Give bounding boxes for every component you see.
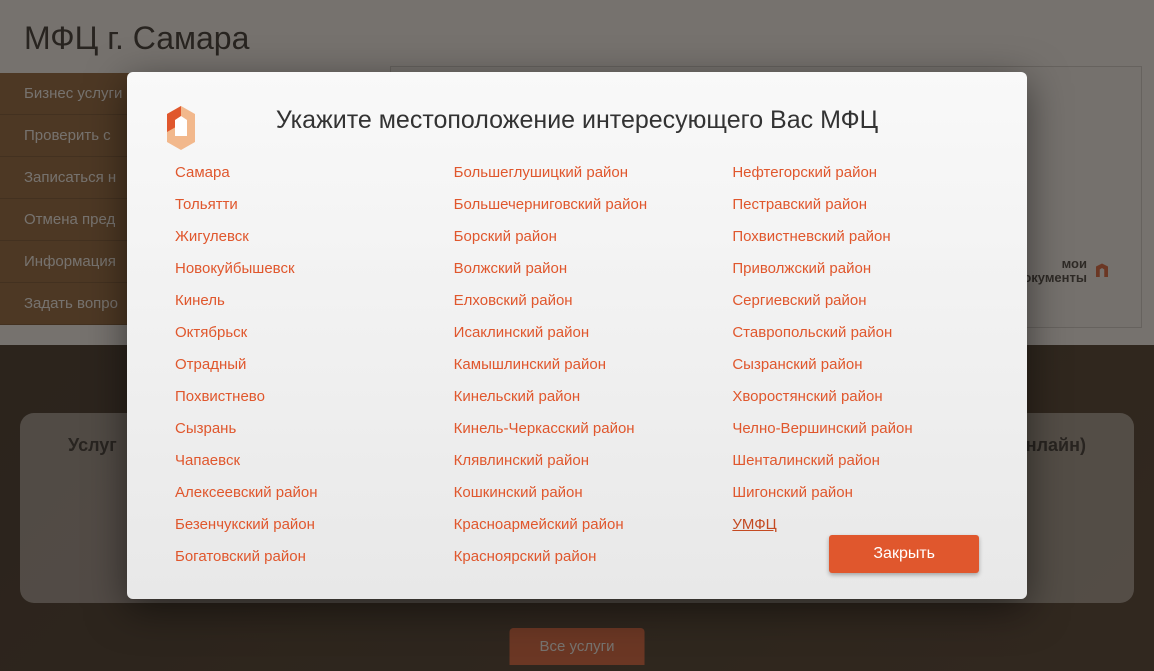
location-link[interactable]: Пестравский район <box>732 193 979 217</box>
location-link[interactable]: Красноармейский район <box>454 513 701 537</box>
location-link[interactable]: Похвистневский район <box>732 225 979 249</box>
location-link[interactable]: Волжский район <box>454 257 701 281</box>
location-link[interactable]: Сергиевский район <box>732 289 979 313</box>
location-link[interactable]: Безенчукский район <box>175 513 422 537</box>
location-link[interactable]: Ставропольский район <box>732 321 979 345</box>
location-col-1: Самара Тольятти Жигулевск Новокуйбышевск… <box>175 161 422 569</box>
modal-overlay[interactable]: Укажите местоположение интересующего Вас… <box>0 0 1154 671</box>
location-link[interactable]: Тольятти <box>175 193 422 217</box>
location-modal: Укажите местоположение интересующего Вас… <box>127 72 1027 599</box>
location-link[interactable]: Кинель-Черкасский район <box>454 417 701 441</box>
location-link[interactable]: Кошкинский район <box>454 481 701 505</box>
location-link[interactable]: Жигулевск <box>175 225 422 249</box>
mfc-logo-icon <box>161 102 201 150</box>
location-link[interactable]: Самара <box>175 161 422 185</box>
location-link[interactable]: Нефтегорский район <box>732 161 979 185</box>
location-link[interactable]: Чапаевск <box>175 449 422 473</box>
modal-title: Укажите местоположение интересующего Вас… <box>175 106 979 135</box>
location-link[interactable]: Хворостянский район <box>732 385 979 409</box>
location-link[interactable]: Шенталинский район <box>732 449 979 473</box>
location-link[interactable]: Кинельский район <box>454 385 701 409</box>
location-link[interactable]: Богатовский район <box>175 545 422 569</box>
location-col-2: Большеглушицкий район Большечерниговский… <box>454 161 701 569</box>
location-link[interactable]: Шигонский район <box>732 481 979 505</box>
location-link[interactable]: Елховский район <box>454 289 701 313</box>
location-link[interactable]: Камышлинский район <box>454 353 701 377</box>
location-link[interactable]: Сызрань <box>175 417 422 441</box>
location-link[interactable]: Октябрьск <box>175 321 422 345</box>
location-link[interactable]: Красноярский район <box>454 545 701 569</box>
location-col-3: Нефтегорский район Пестравский район Пох… <box>732 161 979 569</box>
location-link[interactable]: Исаклинский район <box>454 321 701 345</box>
location-link[interactable]: Сызранский район <box>732 353 979 377</box>
location-link[interactable]: Челно-Вершинский район <box>732 417 979 441</box>
location-link[interactable]: Большечерниговский район <box>454 193 701 217</box>
location-link[interactable]: Большеглушицкий район <box>454 161 701 185</box>
location-link[interactable]: Борский район <box>454 225 701 249</box>
location-link[interactable]: Клявлинский район <box>454 449 701 473</box>
location-link[interactable]: Новокуйбышевск <box>175 257 422 281</box>
location-link[interactable]: Похвистнево <box>175 385 422 409</box>
close-button[interactable]: Закрыть <box>829 535 979 573</box>
location-link[interactable]: Алексеевский район <box>175 481 422 505</box>
location-link[interactable]: Кинель <box>175 289 422 313</box>
location-columns: Самара Тольятти Жигулевск Новокуйбышевск… <box>175 161 979 569</box>
location-link[interactable]: Отрадный <box>175 353 422 377</box>
location-link-umfc[interactable]: УМФЦ <box>732 513 979 537</box>
location-link[interactable]: Приволжский район <box>732 257 979 281</box>
